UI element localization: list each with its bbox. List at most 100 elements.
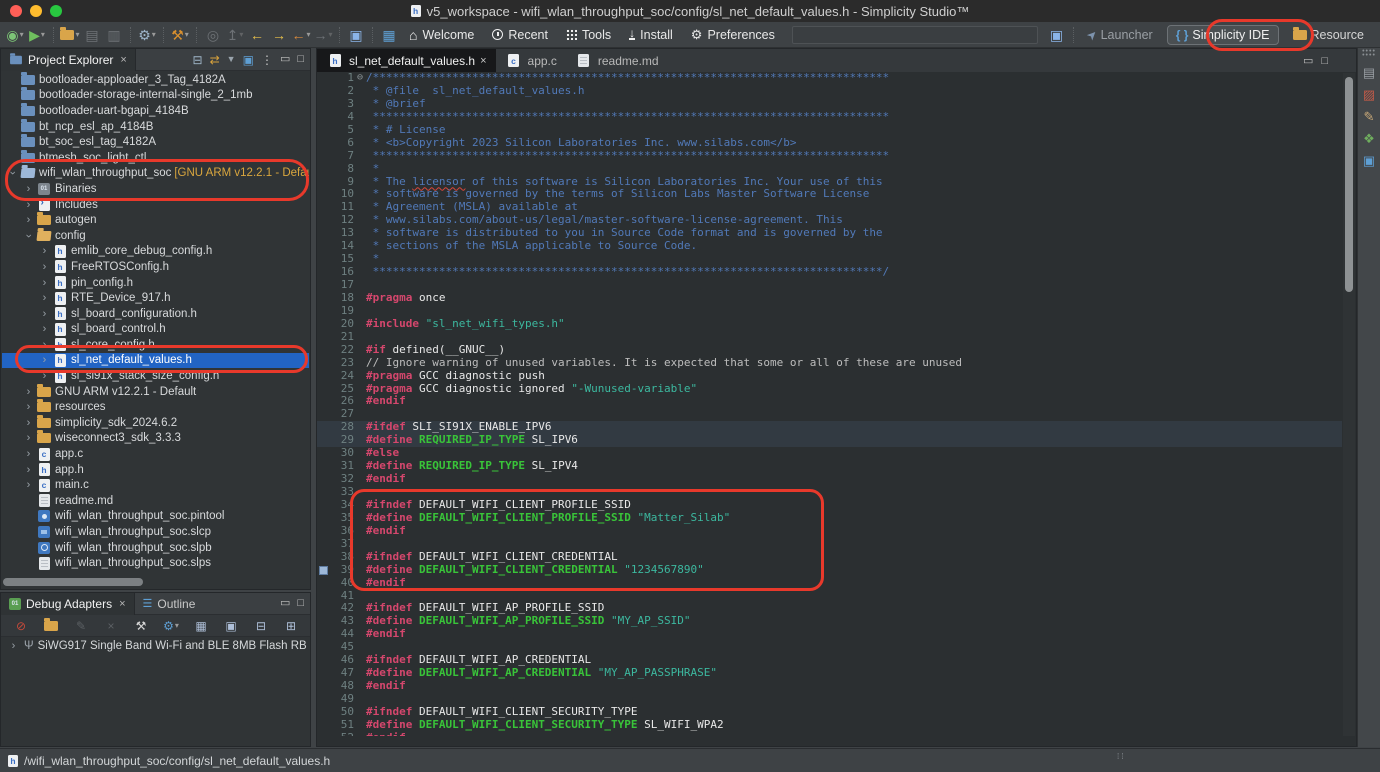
open-folder-icon[interactable] (41, 615, 61, 637)
chevron-right-icon[interactable]: › (38, 277, 51, 289)
tree-item-bootloader-storage-internal-single-2-1mb[interactable]: bootloader-storage-internal-single_2_1mb (2, 88, 309, 104)
close-icon[interactable]: × (120, 54, 126, 66)
chevron-down-icon[interactable]: › (23, 229, 35, 242)
close-icon[interactable]: × (119, 598, 125, 610)
minimize-panel-icon[interactable]: ▭ (280, 598, 290, 609)
tree-item-btmesh-soc-light-ctl[interactable]: btmesh_soc_light_ctl (2, 150, 309, 166)
chevron-right-icon[interactable]: › (38, 245, 51, 257)
build-config-icon[interactable]: ⚙▾ (137, 24, 157, 46)
tree-item-bt-soc-esl-tag-4182a[interactable]: bt_soc_esl_tag_4182A (2, 134, 309, 150)
tree-item-wifi-wlan-throughput-soc-slcp[interactable]: wifi_wlan_throughput_soc.slcp (2, 524, 309, 540)
chevron-right-icon[interactable]: › (22, 479, 35, 491)
open-perspective-icon[interactable]: ▣ (346, 24, 366, 46)
minimize-editor-icon[interactable]: ▭ (1303, 54, 1313, 67)
network-analyzer-icon[interactable]: ❖ (1363, 132, 1375, 145)
perspective-resource[interactable]: Resource (1285, 26, 1373, 44)
maximize-panel-icon[interactable]: □ (297, 598, 304, 609)
tree-item-app-h[interactable]: ›happ.h (2, 462, 309, 478)
chevron-right-icon[interactable]: › (22, 464, 35, 476)
tree-item-sl-board-configuration-h[interactable]: ›hsl_board_configuration.h (2, 306, 309, 322)
copy-view-icon[interactable]: ▣ (221, 615, 241, 637)
tree-item-config[interactable]: ›config (2, 228, 309, 244)
tree-item-includes[interactable]: ›Includes (2, 197, 309, 213)
refresh-icon[interactable]: ↻ (0, 615, 1, 637)
print-icon[interactable]: ▤ (1363, 66, 1375, 79)
close-tab-icon[interactable]: × (480, 55, 486, 67)
si-view-icon[interactable]: ▣ (243, 54, 254, 66)
tree-item-rte-device-917-h[interactable]: ›hRTE_Device_917.h (2, 290, 309, 306)
chevron-right-icon[interactable]: › (22, 448, 35, 460)
tree-item-autogen[interactable]: ›autogen (2, 212, 309, 228)
chevron-right-icon[interactable]: › (22, 386, 35, 398)
debug-icon[interactable]: ◉▾ (5, 24, 25, 46)
run-icon[interactable]: ▶▾ (27, 24, 47, 46)
new-wizard-icon[interactable]: ▾ (60, 24, 80, 46)
tree-item-wifi-wlan-throughput-soc-slpb[interactable]: wifi_wlan_throughput_soc.slpb (2, 540, 309, 556)
pin-tool-icon[interactable]: ✎ (1364, 110, 1375, 123)
adapter-settings-icon[interactable]: ⚙▾ (161, 615, 181, 637)
editor-tab-readme-md[interactable]: readme.md (566, 49, 668, 72)
editor-tab-sl-net-default-values-h[interactable]: hsl_net_default_values.h× (317, 49, 496, 72)
chevron-right-icon[interactable]: › (38, 261, 51, 273)
tab-outline[interactable]: ☰ Outline (135, 593, 204, 615)
welcome-button[interactable]: ⌂Welcome (400, 23, 483, 47)
drag-handle[interactable]: •••••••• (1362, 50, 1376, 57)
filter-icon[interactable]: ▼ (227, 55, 236, 64)
tree-item-sl-net-default-values-h[interactable]: ›hsl_net_default_values.h (2, 353, 309, 369)
chevron-right-icon[interactable]: › (22, 401, 35, 413)
collapse-icon[interactable]: ⊟ (251, 615, 271, 637)
chevron-right-icon[interactable]: › (38, 370, 51, 382)
recent-button[interactable]: Recent (483, 23, 557, 47)
back-history-icon[interactable]: ← (247, 24, 267, 46)
tree-item-sl-core-config-h[interactable]: ›hsl_core_config.h (2, 337, 309, 353)
vertical-scrollbar-thumb[interactable] (1345, 77, 1353, 292)
chevron-right-icon[interactable]: › (22, 417, 35, 429)
tree-item-bootloader-apploader-3-tag-4182a[interactable]: bootloader-apploader_3_Tag_4182A (2, 72, 309, 88)
vertical-scrollbar[interactable] (1343, 73, 1355, 736)
debug-adapter-device-row[interactable]: › Ψ SiWG917 Single Band Wi-Fi and BLE 8M… (1, 637, 310, 655)
tree-item-wifi-wlan-throughput-soc[interactable]: ›wifi_wlan_throughput_soc[GNU ARM v12.2.… (2, 166, 309, 182)
tree-item-emlib-core-debug-config-h[interactable]: ›hemlib_core_debug_config.h (2, 244, 309, 260)
chevron-right-icon[interactable]: › (22, 432, 35, 444)
tree-item-wifi-wlan-throughput-soc-pintool[interactable]: wifi_wlan_throughput_soc.pintool (2, 509, 309, 525)
chevron-right-icon[interactable]: › (22, 214, 35, 226)
device-icon[interactable]: ▦ (379, 24, 399, 46)
tree-item-gnu-arm-v12-2-1-default[interactable]: ›GNU ARM v12.2.1 - Default (2, 384, 309, 400)
chevron-right-icon[interactable]: › (38, 354, 51, 366)
minimize-panel-icon[interactable]: ▭ (280, 54, 290, 65)
chevron-right-icon[interactable]: › (7, 640, 20, 652)
tree-item-sl-si91x-stack-size-config-h[interactable]: ›hsl_si91x_stack_size_config.h (2, 368, 309, 384)
chevron-right-icon[interactable]: › (22, 183, 35, 195)
last-edit-icon[interactable]: ←▾ (291, 24, 311, 46)
commander-icon[interactable]: ▨ (1363, 88, 1375, 101)
tree-item-resources[interactable]: ›resources (2, 399, 309, 415)
tree-item-binaries[interactable]: ›Binaries (2, 181, 309, 197)
preferences-button[interactable]: ⚙Preferences (682, 23, 784, 47)
editor-tab-app-c[interactable]: capp.c (496, 49, 566, 72)
tree-item-bt-ncp-esl-ap-4184b[interactable]: bt_ncp_esl_ap_4184B (2, 119, 309, 135)
chevron-right-icon[interactable]: › (38, 339, 51, 351)
tree-item-wiseconnect3-sdk-3-3-3[interactable]: ›wiseconnect3_sdk_3.3.3 (2, 431, 309, 447)
open-perspective-button[interactable]: ▣ (1047, 24, 1067, 46)
disconnect-icon[interactable]: ⊘ (11, 615, 31, 637)
tab-project-explorer[interactable]: Project Explorer × (1, 49, 136, 71)
tools-button[interactable]: Tools (557, 23, 620, 47)
table-view-icon[interactable]: ▦ (191, 615, 211, 637)
forward-history-icon[interactable]: → (269, 24, 289, 46)
perspective-simplicity-ide[interactable]: { }Simplicity IDE (1167, 25, 1279, 45)
view-menu-icon[interactable]: ⋮ (261, 54, 273, 66)
collapse-all-icon[interactable]: ⊟ (193, 54, 203, 66)
console-icon[interactable]: ▣ (1363, 154, 1375, 167)
tree-item-wifi-wlan-throughput-soc-slps[interactable]: wifi_wlan_throughput_soc.slps (2, 555, 309, 571)
tab-debug-adapters[interactable]: Debug Adapters × (1, 593, 135, 615)
maximize-editor-icon[interactable]: □ (1321, 55, 1328, 67)
expand-icon[interactable]: ⊞ (281, 615, 301, 637)
tree-item-app-c[interactable]: ›capp.c (2, 446, 309, 462)
tree-item-pin-config-h[interactable]: ›hpin_config.h (2, 275, 309, 291)
fold-icon[interactable]: ⊖ (354, 72, 366, 85)
build-hammer-icon[interactable]: ⚒▾ (170, 24, 190, 46)
tools-icon[interactable]: ⚒ (131, 615, 151, 637)
chevron-right-icon[interactable]: › (22, 199, 35, 211)
chevron-right-icon[interactable]: › (38, 292, 51, 304)
link-with-editor-icon[interactable]: ⇄ (210, 54, 220, 66)
